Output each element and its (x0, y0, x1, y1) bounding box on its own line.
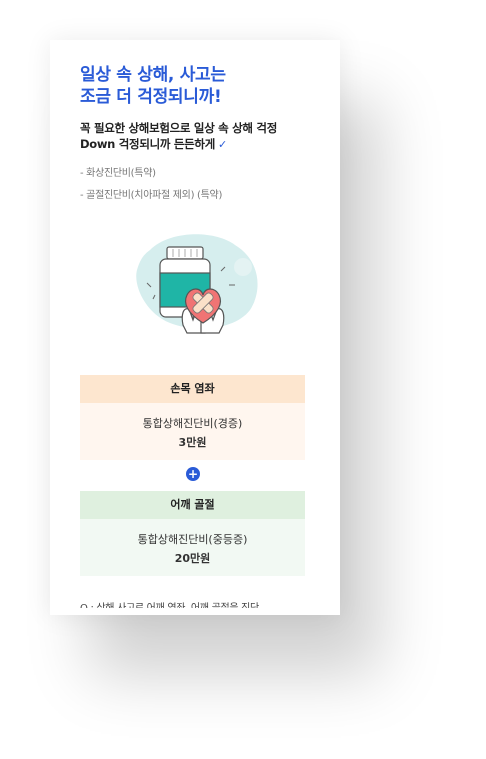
plan-box-shoulder-fracture: 어깨 골절 통합상해진단비(중등증) 20만원 (80, 491, 305, 576)
subhead-line-1: 꼭 필요한 상해보험으로 일상 속 상해 걱정 (80, 121, 277, 135)
bullet-burn-diagnosis: - 화상진단비(특약) (80, 168, 156, 179)
subheadline: 꼭 필요한 상해보험으로 일상 속 상해 걱정 Down 걱정되니까 든든하게 ✓ (80, 120, 277, 153)
check-icon: ✓ (217, 138, 227, 151)
headline: 일상 속 상해, 사고는 조금 더 걱정되니까! (80, 64, 226, 108)
plan-label: 통합상해진단비(경증) (142, 417, 243, 430)
headline-line-2: 조금 더 걱정되니까! (80, 87, 222, 107)
plan-body: 통합상해진단비(경증) 3만원 (80, 403, 305, 460)
cut-off-question-text: Q : 상해 사고로 어깨 염좌, 어깨 골절을 진단 (80, 599, 259, 608)
info-card: 일상 속 상해, 사고는 조금 더 걱정되니까! 꼭 필요한 상해보험으로 일상… (50, 40, 336, 608)
plan-label: 통합상해진단비(중등증) (137, 533, 248, 546)
medicine-bottle-heart-hands-icon (136, 234, 258, 334)
plan-title: 어깨 골절 (80, 491, 305, 519)
plan-title: 손목 염좌 (80, 375, 305, 403)
plan-body: 통합상해진단비(중등증) 20만원 (80, 519, 305, 576)
bullet-fracture-diagnosis: - 골절진단비(치아파절 제외) (특약) (80, 190, 223, 201)
plan-box-wrist-sprain: 손목 염좌 통합상해진단비(경증) 3만원 (80, 375, 305, 460)
plan-amount: 3만원 (178, 436, 207, 449)
plus-icon: + (186, 467, 200, 481)
plan-amount: 20만원 (174, 552, 211, 565)
headline-line-1: 일상 속 상해, 사고는 (80, 65, 226, 85)
subhead-line-2: Down 걱정되니까 든든하게 (80, 137, 215, 151)
